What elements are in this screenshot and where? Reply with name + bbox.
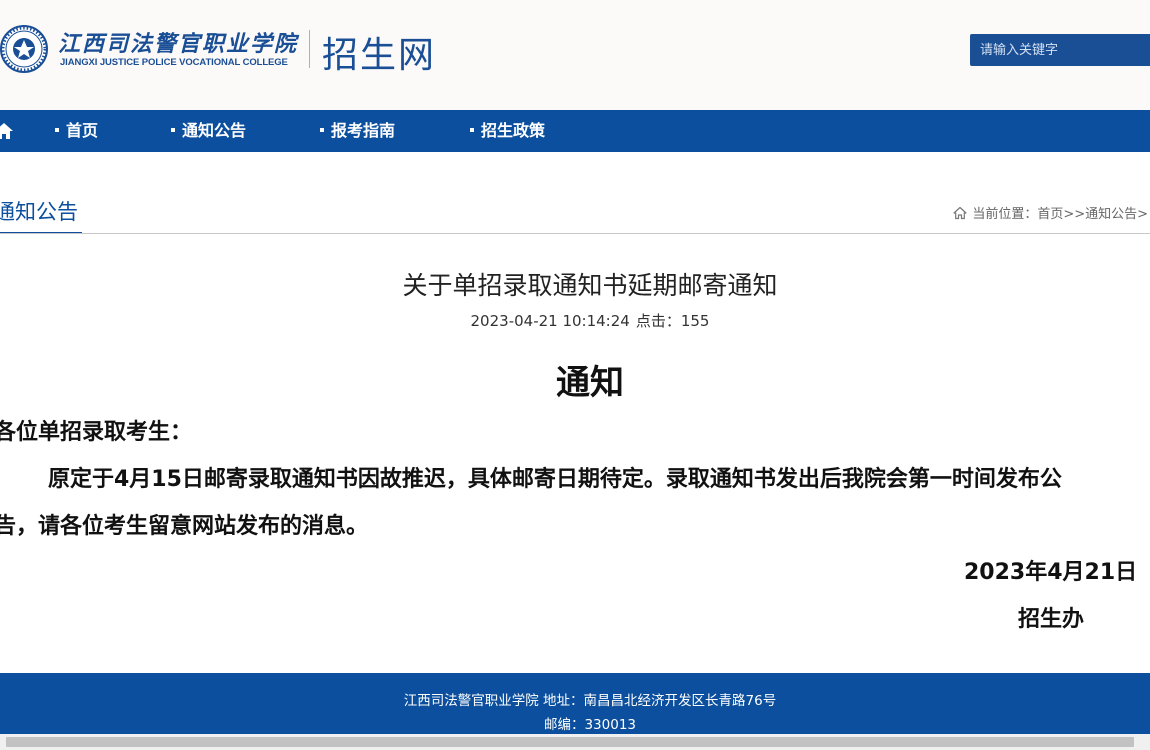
section-title: 通知公告 [0, 196, 82, 234]
section-divider [0, 233, 1150, 234]
body-paragraph-line: 原定于4月15日邮寄录取通知书因故推迟，具体邮寄日期待定。录取通知书发出后我院会… [48, 467, 1062, 492]
signature-date: 2023年4月21日 [964, 560, 1138, 585]
signature-office: 招生办 [1018, 607, 1085, 632]
search-input[interactable] [970, 34, 1150, 66]
breadcrumb-text[interactable]: 当前位置：首页>>通知公告> [972, 207, 1148, 222]
nav-item-notices[interactable]: 通知公告 [171, 110, 246, 152]
main-nav: 首页 通知公告 报考指南 招生政策 [0, 110, 1150, 152]
nav-item-label: 报考指南 [331, 121, 396, 140]
notice-heading: 通知 [556, 363, 624, 403]
site-header: 江西司法警官职业学院 JIANGXI JUSTICE POLICE VOCATI… [0, 0, 1150, 110]
nav-item-policy[interactable]: 招生政策 [470, 110, 545, 152]
nav-item-label: 通知公告 [182, 121, 247, 140]
horizontal-scrollbar[interactable] [0, 734, 1150, 750]
nav-item-label: 招生政策 [481, 121, 546, 140]
footer-address: 江西司法警官职业学院 地址：南昌昌北经济开发区长青路76号 [403, 693, 777, 709]
publish-date: 2023-04-21 10:14:24 [470, 312, 630, 330]
breadcrumb-home-icon [953, 206, 967, 220]
nav-item-guide[interactable]: 报考指南 [320, 110, 395, 152]
college-name-en[interactable]: JIANGXI JUSTICE POLICE VOCATIONAL COLLEG… [60, 57, 288, 68]
bullet-icon [320, 127, 324, 132]
breadcrumb: 当前位置：首页>>通知公告> [953, 203, 1148, 222]
body-paragraph-line: 告，请各位考生留意网站发布的消息。 [0, 514, 369, 539]
site-name: 招生网 [322, 35, 437, 76]
bullet-icon [470, 127, 474, 132]
bullet-icon [55, 127, 59, 132]
college-emblem-icon[interactable] [0, 25, 48, 73]
footer-postcode: 邮编：330013 [543, 717, 637, 733]
nav-item-label: 首页 [66, 121, 99, 140]
article-title: 关于单招录取通知书延期邮寄通知 [402, 271, 778, 300]
scrollbar-thumb[interactable] [6, 737, 1134, 747]
nav-item-home[interactable]: 首页 [55, 110, 98, 152]
click-count: 点击：155 [635, 312, 710, 330]
home-icon[interactable] [0, 121, 14, 141]
logo-divider [309, 30, 310, 68]
bullet-icon [171, 127, 175, 132]
college-name-cn[interactable]: 江西司法警官职业学院 [58, 26, 298, 58]
article-meta: 2023-04-21 10:14:24 点击：155 [0, 310, 1150, 331]
salutation: 各位单招录取考生： [0, 420, 193, 445]
